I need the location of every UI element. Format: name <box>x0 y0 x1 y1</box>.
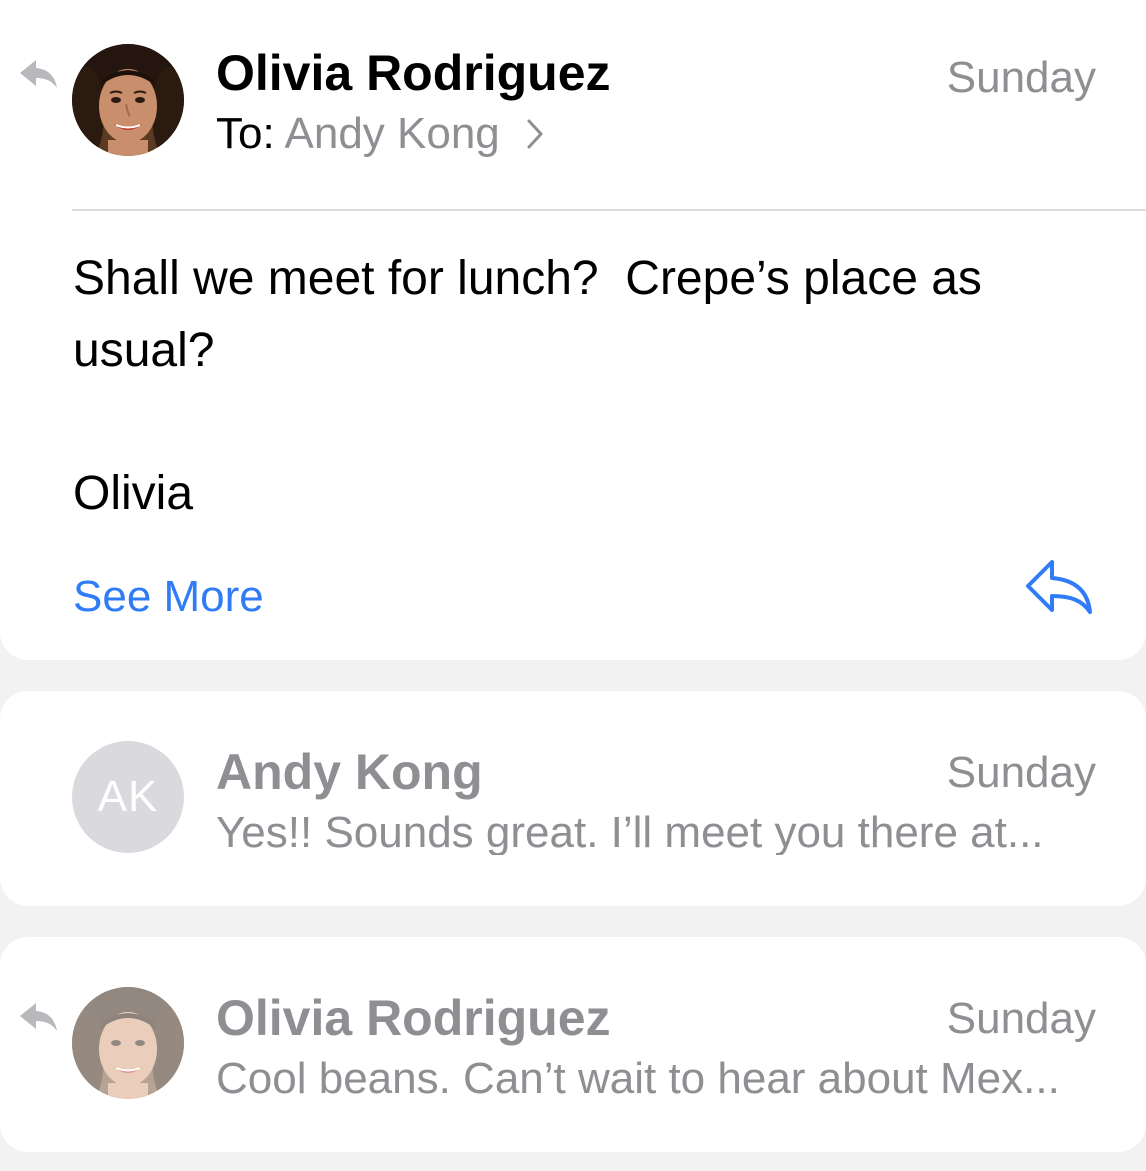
message-date: Sunday <box>946 748 1096 797</box>
message-snippet: Yes!! Sounds great. I’ll meet you there … <box>216 811 1044 855</box>
collapsed-message-card[interactable]: Olivia Rodriguez Sunday Cool beans. Can’… <box>0 937 1146 1152</box>
message-body: Shall we meet for lunch? Crepe’s place a… <box>73 252 996 377</box>
sender-avatar <box>72 44 184 156</box>
sender-name: Olivia Rodriguez <box>216 990 611 1046</box>
sender-avatar <box>72 987 184 1099</box>
expanded-message-card[interactable]: Olivia Rodriguez Sunday To: Andy Kong Sh… <box>0 0 1146 660</box>
sender-name: Andy Kong <box>216 744 483 800</box>
message-date: Sunday <box>946 53 1096 102</box>
message-date: Sunday <box>946 994 1096 1043</box>
recipient-line[interactable]: To: Andy Kong <box>216 112 544 156</box>
message-signature: Olivia <box>73 467 194 520</box>
header-divider <box>72 209 1146 211</box>
sender-avatar-initials: AK <box>72 741 184 853</box>
reply-arrow-icon <box>20 60 57 88</box>
sender-name: Olivia Rodriguez <box>216 45 611 101</box>
message-snippet: Cool beans. Can’t wait to hear about Mex… <box>216 1057 1060 1101</box>
chevron-right-icon <box>527 119 543 149</box>
to-label: To: <box>216 109 275 158</box>
recipient-name[interactable]: Andy Kong <box>285 109 500 158</box>
see-more-link[interactable]: See More <box>73 575 264 619</box>
reply-icon[interactable] <box>1022 556 1096 618</box>
collapsed-message-card[interactable]: AK Andy Kong Sunday Yes!! Sounds great. … <box>0 691 1146 906</box>
reply-arrow-icon <box>20 1003 57 1031</box>
